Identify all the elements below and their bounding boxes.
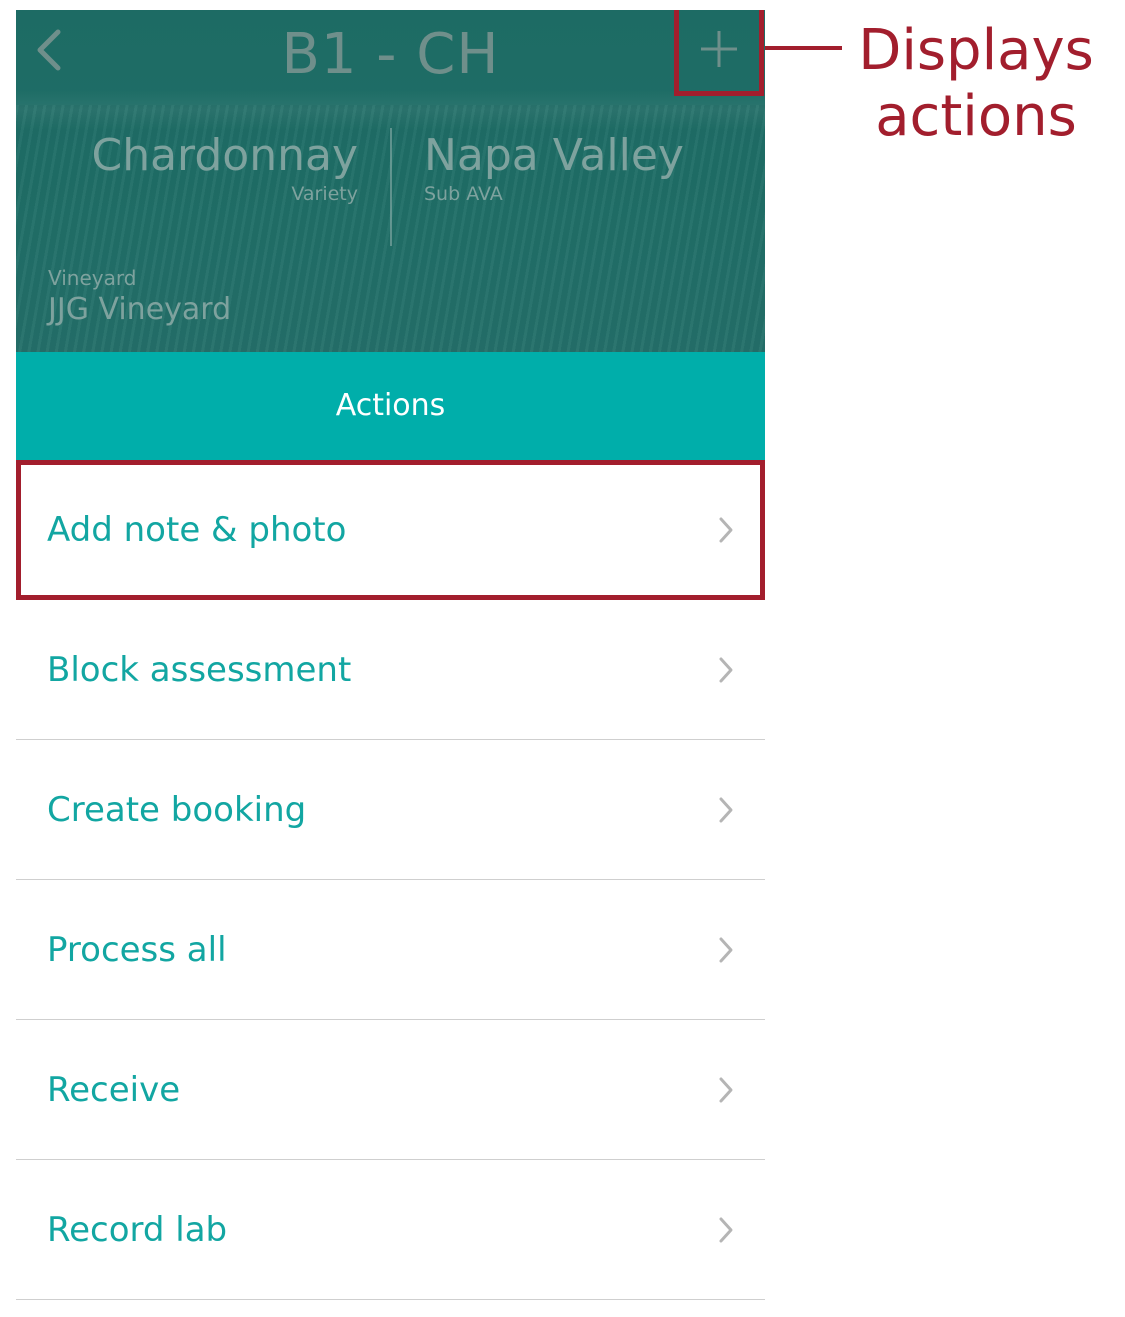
action-label: Record lab [47,1210,228,1250]
action-label: Add note & photo [47,510,347,550]
add-actions-button[interactable] [674,10,764,96]
action-label: Receive [47,1070,181,1110]
annotation-connector-line [765,46,842,50]
action-label: Create booking [47,790,307,830]
block-header: B1 - CH Chardonnay Variety Napa Valley S… [16,10,765,352]
action-add-note-photo[interactable]: Add note & photo [16,460,765,600]
sub-ava-value: Napa Valley [424,130,684,181]
actions-header: Actions [16,352,765,460]
chevron-right-icon [719,1077,733,1103]
variety-label: Variety [291,183,358,205]
action-record-lab[interactable]: Record lab [16,1160,765,1300]
annotation-callout: Displays actions [846,18,1106,150]
sub-ava-label: Sub AVA [424,183,503,205]
action-block-assessment[interactable]: Block assessment [16,600,765,740]
actions-list: Add note & photo Block assessment Create… [16,460,765,1300]
variety-value: Chardonnay [91,130,358,181]
action-create-booking[interactable]: Create booking [16,740,765,880]
chevron-right-icon [719,797,733,823]
stat-divider [390,128,392,246]
chevron-right-icon [719,937,733,963]
chevron-right-icon [719,517,733,543]
variety-stat: Chardonnay Variety [68,130,358,205]
action-process-all[interactable]: Process all [16,880,765,1020]
annotation-line-2: actions [875,84,1077,149]
app-screen: B1 - CH Chardonnay Variety Napa Valley S… [16,10,765,1317]
actions-title: Actions [335,388,446,423]
plus-icon [701,31,737,67]
action-label: Block assessment [47,650,352,690]
sub-ava-stat: Napa Valley Sub AVA [424,130,754,205]
vineyard-value: JJG Vineyard [48,292,232,327]
chevron-right-icon [719,657,733,683]
chevron-right-icon [719,1217,733,1243]
vineyard-label: Vineyard [48,266,137,290]
action-receive[interactable]: Receive [16,1020,765,1160]
action-label: Process all [47,930,227,970]
page-title: B1 - CH [281,22,500,87]
annotation-line-1: Displays [858,18,1094,83]
